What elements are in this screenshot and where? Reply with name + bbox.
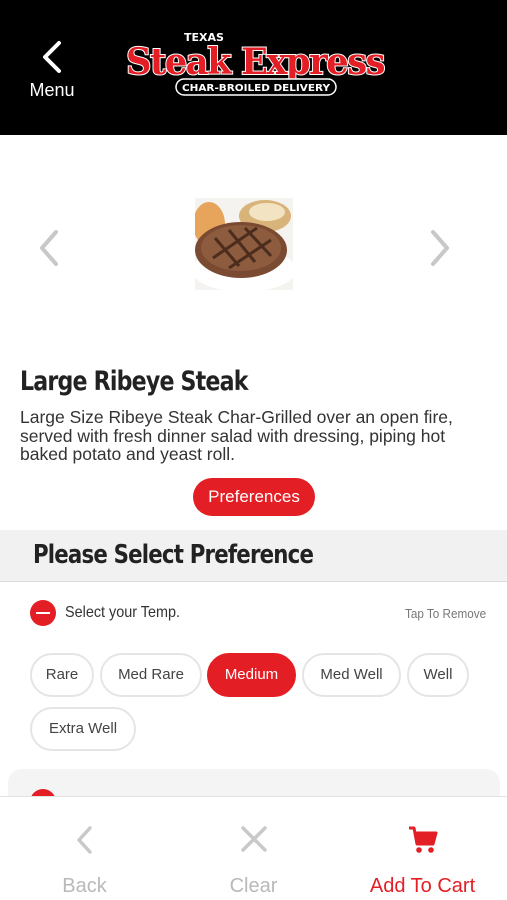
temp-option-row: Select your Temp. Tap To Remove — [0, 598, 507, 632]
temp-chip-rare[interactable]: Rare — [30, 653, 94, 697]
temp-chip-med-well[interactable]: Med Well — [302, 653, 401, 697]
temp-chip-well[interactable]: Well — [407, 653, 469, 697]
section-title: Please Select Preference — [33, 540, 314, 570]
temp-chip-med-rare[interactable]: Med Rare — [100, 653, 202, 697]
preference-section-header: Please Select Preference — [0, 530, 507, 582]
product-description: Large Size Ribeye Steak Char-Grilled ove… — [20, 407, 453, 464]
temp-option-label: Select your Temp. — [65, 604, 180, 621]
logo-sub-text: CHAR-BROILED DELIVERY — [182, 83, 331, 94]
previous-image-arrow[interactable] — [36, 228, 62, 268]
menu-label: Menu — [29, 80, 75, 100]
close-icon — [240, 826, 267, 852]
chevron-left-icon — [76, 826, 92, 854]
clear-button[interactable]: Clear — [169, 797, 338, 900]
preferences-button[interactable]: Preferences — [193, 478, 315, 516]
app-header: Menu TEXAS Steak Express CHAR-BROILED DE… — [0, 0, 507, 135]
logo-main-text: Steak Express — [126, 41, 384, 83]
shopping-cart-icon — [408, 826, 437, 853]
steak-express-logo: TEXAS Steak Express CHAR-BROILED DELIVER… — [125, 30, 386, 96]
tap-to-remove-hint[interactable]: Tap To Remove — [405, 606, 486, 621]
product-image — [195, 198, 293, 290]
next-image-arrow[interactable] — [427, 228, 453, 268]
back-label: Back — [62, 875, 107, 897]
back-button[interactable]: Back — [0, 797, 169, 900]
add-to-cart-label: Add To Cart — [369, 875, 476, 897]
remove-option-icon[interactable] — [30, 600, 56, 626]
add-to-cart-button[interactable]: Add To Cart — [338, 797, 507, 900]
menu-back-button[interactable]: Menu — [22, 40, 82, 110]
product-title: Large Ribeye Steak — [20, 366, 248, 397]
temp-chip-medium[interactable]: Medium — [207, 653, 296, 697]
bottom-action-bar: Back Clear Add To Cart — [0, 796, 507, 900]
temp-chip-extra-well[interactable]: Extra Well — [30, 707, 136, 751]
clear-label: Clear — [229, 875, 278, 897]
chevron-left-icon — [43, 41, 61, 73]
